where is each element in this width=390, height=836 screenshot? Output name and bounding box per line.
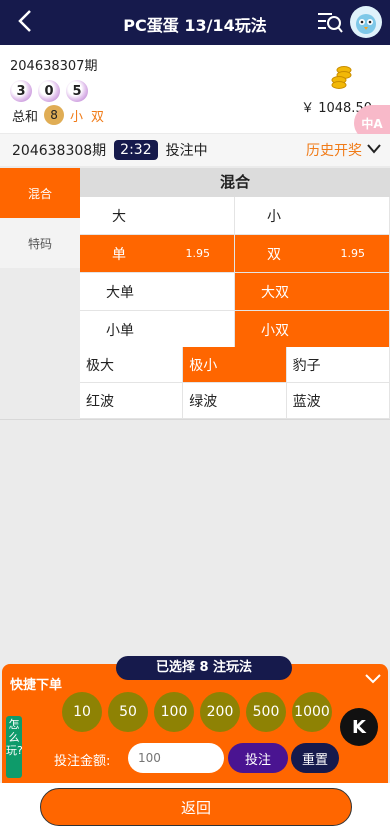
bet-odds: 1.95 <box>340 247 366 260</box>
section-title: 混合 <box>80 168 390 197</box>
avatar[interactable] <box>350 6 382 38</box>
sum-label: 总和 <box>12 109 39 125</box>
quick-bet-panel: 已选择 8 注玩法 快捷下单 怎么玩? 10 50 100 200 500 10… <box>2 656 388 783</box>
bet-option-label: 单 <box>112 246 126 263</box>
chevron-down-icon[interactable] <box>366 142 382 156</box>
tab-special[interactable]: 特码 <box>0 218 80 268</box>
result-ball: 3 <box>10 80 32 102</box>
bet-option-extreme-big[interactable]: 极大 <box>80 347 184 383</box>
bet-option-extreme-small[interactable]: 极小 <box>183 347 287 383</box>
return-button[interactable]: 返回 <box>40 788 352 826</box>
quick-bet-label: 快捷下单 <box>10 678 63 693</box>
bet-option-small-odd[interactable]: 小单 <box>80 311 235 349</box>
sum-row: 总和 8 小 双 <box>12 105 112 125</box>
parity-tag: 双 <box>91 109 105 125</box>
avatar-bird-icon <box>356 14 376 34</box>
last-draw-panel: 204638307期 3 0 5 总和 8 小 双 ￥ 1048.50 <box>0 45 390 133</box>
bet-option-green[interactable]: 绿波 <box>183 383 287 419</box>
bet-option-label: 大双 <box>261 284 289 301</box>
bet-button[interactable]: 投注 <box>228 743 288 773</box>
app-header: PC蛋蛋 13/14玩法 <box>0 0 390 45</box>
bet-option-even[interactable]: 双 1.95 <box>235 235 390 273</box>
sum-ball: 8 <box>44 105 65 125</box>
bet-option-label: 小 <box>267 208 281 225</box>
chip-500[interactable]: 500 <box>246 692 286 732</box>
bet-option-big-odd[interactable]: 大单 <box>80 273 235 311</box>
chip-100[interactable]: 100 <box>154 692 194 732</box>
chip-1000[interactable]: 1000 <box>292 692 332 732</box>
bet-option-label: 小双 <box>261 322 289 339</box>
chevron-down-icon[interactable] <box>364 672 382 686</box>
bet-status: 投注中 <box>165 143 208 159</box>
bet-option-label: 大单 <box>106 284 134 301</box>
bet-option-small[interactable]: 小 <box>235 197 390 235</box>
result-ball: 0 <box>38 80 60 102</box>
reset-button[interactable]: 重置 <box>291 743 339 773</box>
amount-label: 投注金额: <box>54 754 111 769</box>
size-tag: 小 <box>70 109 84 125</box>
bet-row: 单 1.95 双 1.95 <box>80 235 390 273</box>
bet-option-triple[interactable]: 豹子 <box>286 347 390 383</box>
chip-50[interactable]: 50 <box>108 692 148 732</box>
bet-row: 小单 小双 <box>80 311 390 349</box>
history-link[interactable]: 历史开奖 <box>306 140 362 160</box>
bet-option-odd[interactable]: 单 1.95 <box>80 235 235 273</box>
bet-option-big[interactable]: 大 <box>80 197 235 235</box>
bet-option-label: 大 <box>112 208 126 225</box>
bet-row: 红波 绿波 蓝波 <box>80 383 390 419</box>
how-to-play-button[interactable]: 怎么玩? <box>6 716 23 778</box>
coins-icon <box>331 66 352 89</box>
current-period: 204638308期 <box>12 143 107 159</box>
countdown-timer: 2:32 <box>114 140 158 160</box>
result-balls: 3 0 5 <box>10 80 88 102</box>
bet-option-small-even[interactable]: 小双 <box>235 311 390 349</box>
side-tabs: 混合 特码 <box>0 168 80 268</box>
chip-row: 10 50 100 200 500 1000 <box>62 692 332 732</box>
k-float-button[interactable]: K <box>340 708 378 746</box>
bet-option-blue[interactable]: 蓝波 <box>286 383 390 419</box>
chip-200[interactable]: 200 <box>200 692 240 732</box>
result-ball: 5 <box>66 80 88 102</box>
footer: 返回 <box>0 783 390 836</box>
bet-odds: 1.95 <box>185 247 211 260</box>
amount-input[interactable] <box>128 743 224 773</box>
bet-row: 极大 极小 豹子 <box>80 347 390 383</box>
bet-option-label: 小单 <box>106 322 134 339</box>
last-period: 204638307期 <box>10 59 98 74</box>
chip-10[interactable]: 10 <box>62 692 102 732</box>
bet-row: 大 小 <box>80 197 390 235</box>
selected-count: 已选择 8 注玩法 <box>116 656 292 680</box>
search-list-icon[interactable] <box>316 9 344 35</box>
current-period-bar: 204638308期 2:32 投注中 历史开奖 <box>0 134 390 166</box>
tab-mixed[interactable]: 混合 <box>0 168 80 218</box>
divider <box>0 419 390 420</box>
bet-option-label: 双 <box>267 246 281 263</box>
bet-option-big-even[interactable]: 大双 <box>235 273 390 311</box>
bet-row: 大单 大双 <box>80 273 390 311</box>
bet-option-red[interactable]: 红波 <box>80 383 184 419</box>
